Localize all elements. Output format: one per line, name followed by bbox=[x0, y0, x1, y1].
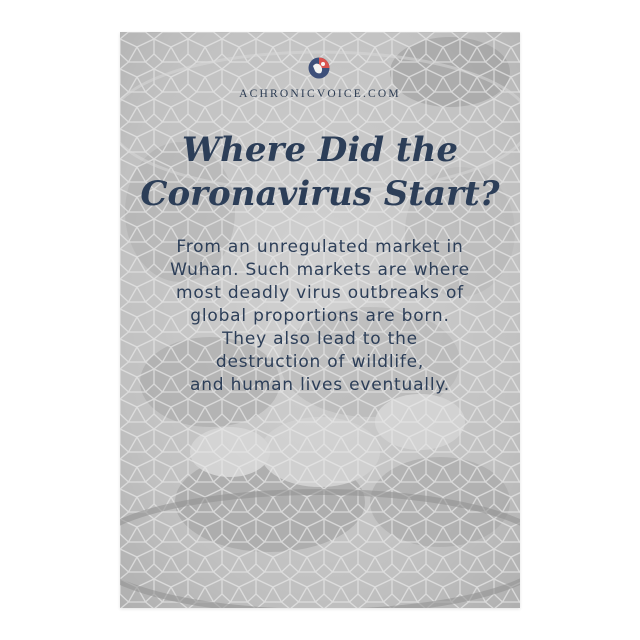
headline-line-1: Where Did the bbox=[182, 130, 458, 170]
body-line-5: They also lead to the bbox=[222, 329, 418, 349]
achronicvoice-logo bbox=[308, 57, 330, 79]
body-line-7: and human lives eventually. bbox=[189, 375, 450, 395]
body-line-6: destruction of wildlife, bbox=[215, 352, 425, 372]
body-text: From an unregulated market in Wuhan. Suc… bbox=[120, 236, 520, 397]
body-line-3: most deadly virus outbreaks of bbox=[176, 283, 464, 303]
body-line-2: Wuhan. Such markets are where bbox=[170, 260, 470, 280]
body-line-1: From an unregulated market in bbox=[176, 237, 464, 257]
site-url: ACHRONICVOICE.COM bbox=[239, 88, 401, 100]
headline-line-2: Coronavirus Start? bbox=[140, 174, 500, 214]
instagram-post: ACHRONICVOICE.COM Where Did the Coronavi… bbox=[0, 0, 640, 640]
body-line-4: global proportions are born. bbox=[190, 306, 450, 326]
headline: Where Did the Coronavirus Start? bbox=[120, 128, 520, 216]
